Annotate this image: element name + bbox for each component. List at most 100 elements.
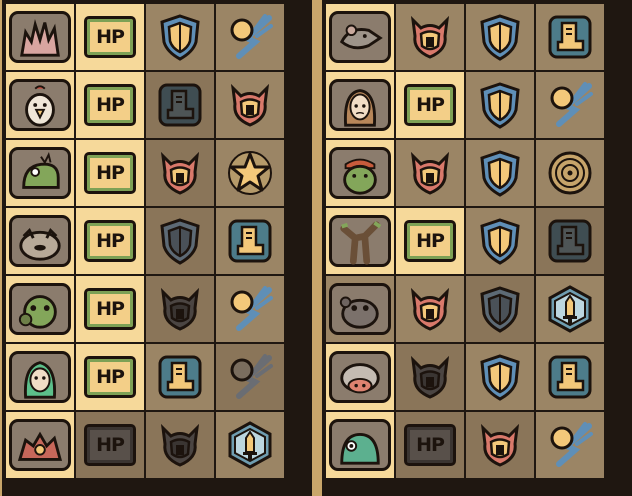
helmet-icon bbox=[225, 80, 275, 130]
item-slot[interactable] bbox=[146, 208, 214, 274]
right-team-grid: HP HP HP bbox=[326, 4, 604, 478]
shield-icon bbox=[475, 216, 525, 266]
shield-icon bbox=[475, 284, 525, 334]
item-slot[interactable] bbox=[146, 140, 214, 206]
sad-girl-portrait bbox=[329, 79, 391, 131]
item-slot[interactable]: HP bbox=[396, 412, 464, 478]
item-slot[interactable]: HP bbox=[76, 4, 144, 70]
hp-icon: HP bbox=[84, 356, 136, 398]
item-slot[interactable] bbox=[216, 4, 284, 70]
item-slot[interactable] bbox=[536, 412, 604, 478]
hp-icon: HP bbox=[84, 424, 136, 466]
helmet-icon bbox=[405, 284, 455, 334]
stone-golem-portrait bbox=[329, 283, 391, 335]
boot-icon bbox=[545, 216, 595, 266]
character-portrait[interactable] bbox=[6, 72, 74, 138]
item-slot[interactable]: HP bbox=[396, 72, 464, 138]
item-slot[interactable]: HP bbox=[76, 208, 144, 274]
shield-icon bbox=[475, 80, 525, 130]
character-portrait[interactable] bbox=[6, 208, 74, 274]
item-slot[interactable] bbox=[396, 140, 464, 206]
item-slot[interactable] bbox=[146, 412, 214, 478]
comet-icon bbox=[545, 420, 595, 470]
character-portrait[interactable] bbox=[6, 276, 74, 342]
helmet-icon bbox=[475, 420, 525, 470]
helmet-icon bbox=[405, 148, 455, 198]
tree-ent-portrait bbox=[329, 215, 391, 267]
item-slot[interactable] bbox=[216, 72, 284, 138]
bulldog-portrait bbox=[9, 215, 71, 267]
hp-icon: HP bbox=[84, 220, 136, 262]
item-slot[interactable] bbox=[216, 208, 284, 274]
character-portrait[interactable] bbox=[326, 208, 394, 274]
character-portrait[interactable] bbox=[326, 276, 394, 342]
item-slot[interactable] bbox=[216, 276, 284, 342]
green-lizard-portrait bbox=[9, 147, 71, 199]
star-icon bbox=[225, 148, 275, 198]
item-slot[interactable] bbox=[216, 140, 284, 206]
right-team-panel: HP HP HP bbox=[322, 0, 632, 496]
shield-icon bbox=[155, 216, 205, 266]
character-portrait[interactable] bbox=[6, 140, 74, 206]
item-slot[interactable] bbox=[146, 276, 214, 342]
item-slot[interactable] bbox=[396, 276, 464, 342]
hp-icon: HP bbox=[404, 424, 456, 466]
shield-icon bbox=[475, 12, 525, 62]
item-slot[interactable] bbox=[536, 208, 604, 274]
helmet-icon bbox=[405, 12, 455, 62]
shield-icon bbox=[475, 148, 525, 198]
boot-icon bbox=[155, 352, 205, 402]
elf-girl-portrait bbox=[9, 351, 71, 403]
helmet-icon bbox=[155, 284, 205, 334]
item-slot[interactable] bbox=[536, 276, 604, 342]
item-slot[interactable]: HP bbox=[76, 276, 144, 342]
item-slot[interactable] bbox=[466, 344, 534, 410]
character-portrait[interactable] bbox=[326, 140, 394, 206]
item-slot[interactable] bbox=[396, 4, 464, 70]
character-portrait[interactable] bbox=[326, 72, 394, 138]
item-slot[interactable] bbox=[536, 72, 604, 138]
item-slot[interactable] bbox=[466, 412, 534, 478]
item-slot[interactable] bbox=[216, 412, 284, 478]
comet-icon bbox=[225, 12, 275, 62]
character-portrait[interactable] bbox=[6, 344, 74, 410]
shield-icon bbox=[155, 12, 205, 62]
green-golem-portrait bbox=[9, 283, 71, 335]
item-slot[interactable] bbox=[466, 72, 534, 138]
item-slot[interactable] bbox=[146, 4, 214, 70]
character-portrait[interactable] bbox=[6, 4, 74, 70]
character-portrait[interactable] bbox=[326, 412, 394, 478]
spiky-creature-portrait bbox=[9, 11, 71, 63]
red-dragon-portrait bbox=[9, 419, 71, 471]
item-slot[interactable] bbox=[536, 140, 604, 206]
item-slot[interactable] bbox=[466, 4, 534, 70]
item-slot[interactable]: HP bbox=[76, 140, 144, 206]
item-slot[interactable]: HP bbox=[76, 72, 144, 138]
item-slot[interactable]: HP bbox=[76, 344, 144, 410]
character-portrait[interactable] bbox=[326, 4, 394, 70]
pirate-ogre-portrait bbox=[329, 147, 391, 199]
left-team-panel: HP HP HP HP HP HP HP bbox=[2, 0, 312, 496]
item-slot[interactable] bbox=[466, 208, 534, 274]
boot-icon bbox=[225, 216, 275, 266]
comet-icon bbox=[225, 352, 275, 402]
rat-portrait bbox=[329, 11, 391, 63]
item-slot[interactable] bbox=[466, 276, 534, 342]
item-slot[interactable] bbox=[216, 344, 284, 410]
boot-icon bbox=[545, 352, 595, 402]
hp-icon: HP bbox=[84, 152, 136, 194]
character-portrait[interactable] bbox=[326, 344, 394, 410]
item-slot[interactable]: HP bbox=[396, 208, 464, 274]
green-slime-portrait bbox=[329, 419, 391, 471]
item-slot[interactable] bbox=[536, 4, 604, 70]
sword-card-icon bbox=[545, 284, 595, 334]
character-portrait[interactable] bbox=[6, 412, 74, 478]
item-slot[interactable]: HP bbox=[76, 412, 144, 478]
item-slot[interactable] bbox=[536, 344, 604, 410]
item-slot[interactable] bbox=[146, 72, 214, 138]
item-slot[interactable] bbox=[146, 344, 214, 410]
item-slot[interactable] bbox=[466, 140, 534, 206]
item-slot[interactable] bbox=[396, 344, 464, 410]
sword-card-icon bbox=[225, 420, 275, 470]
chicken-portrait bbox=[9, 79, 71, 131]
